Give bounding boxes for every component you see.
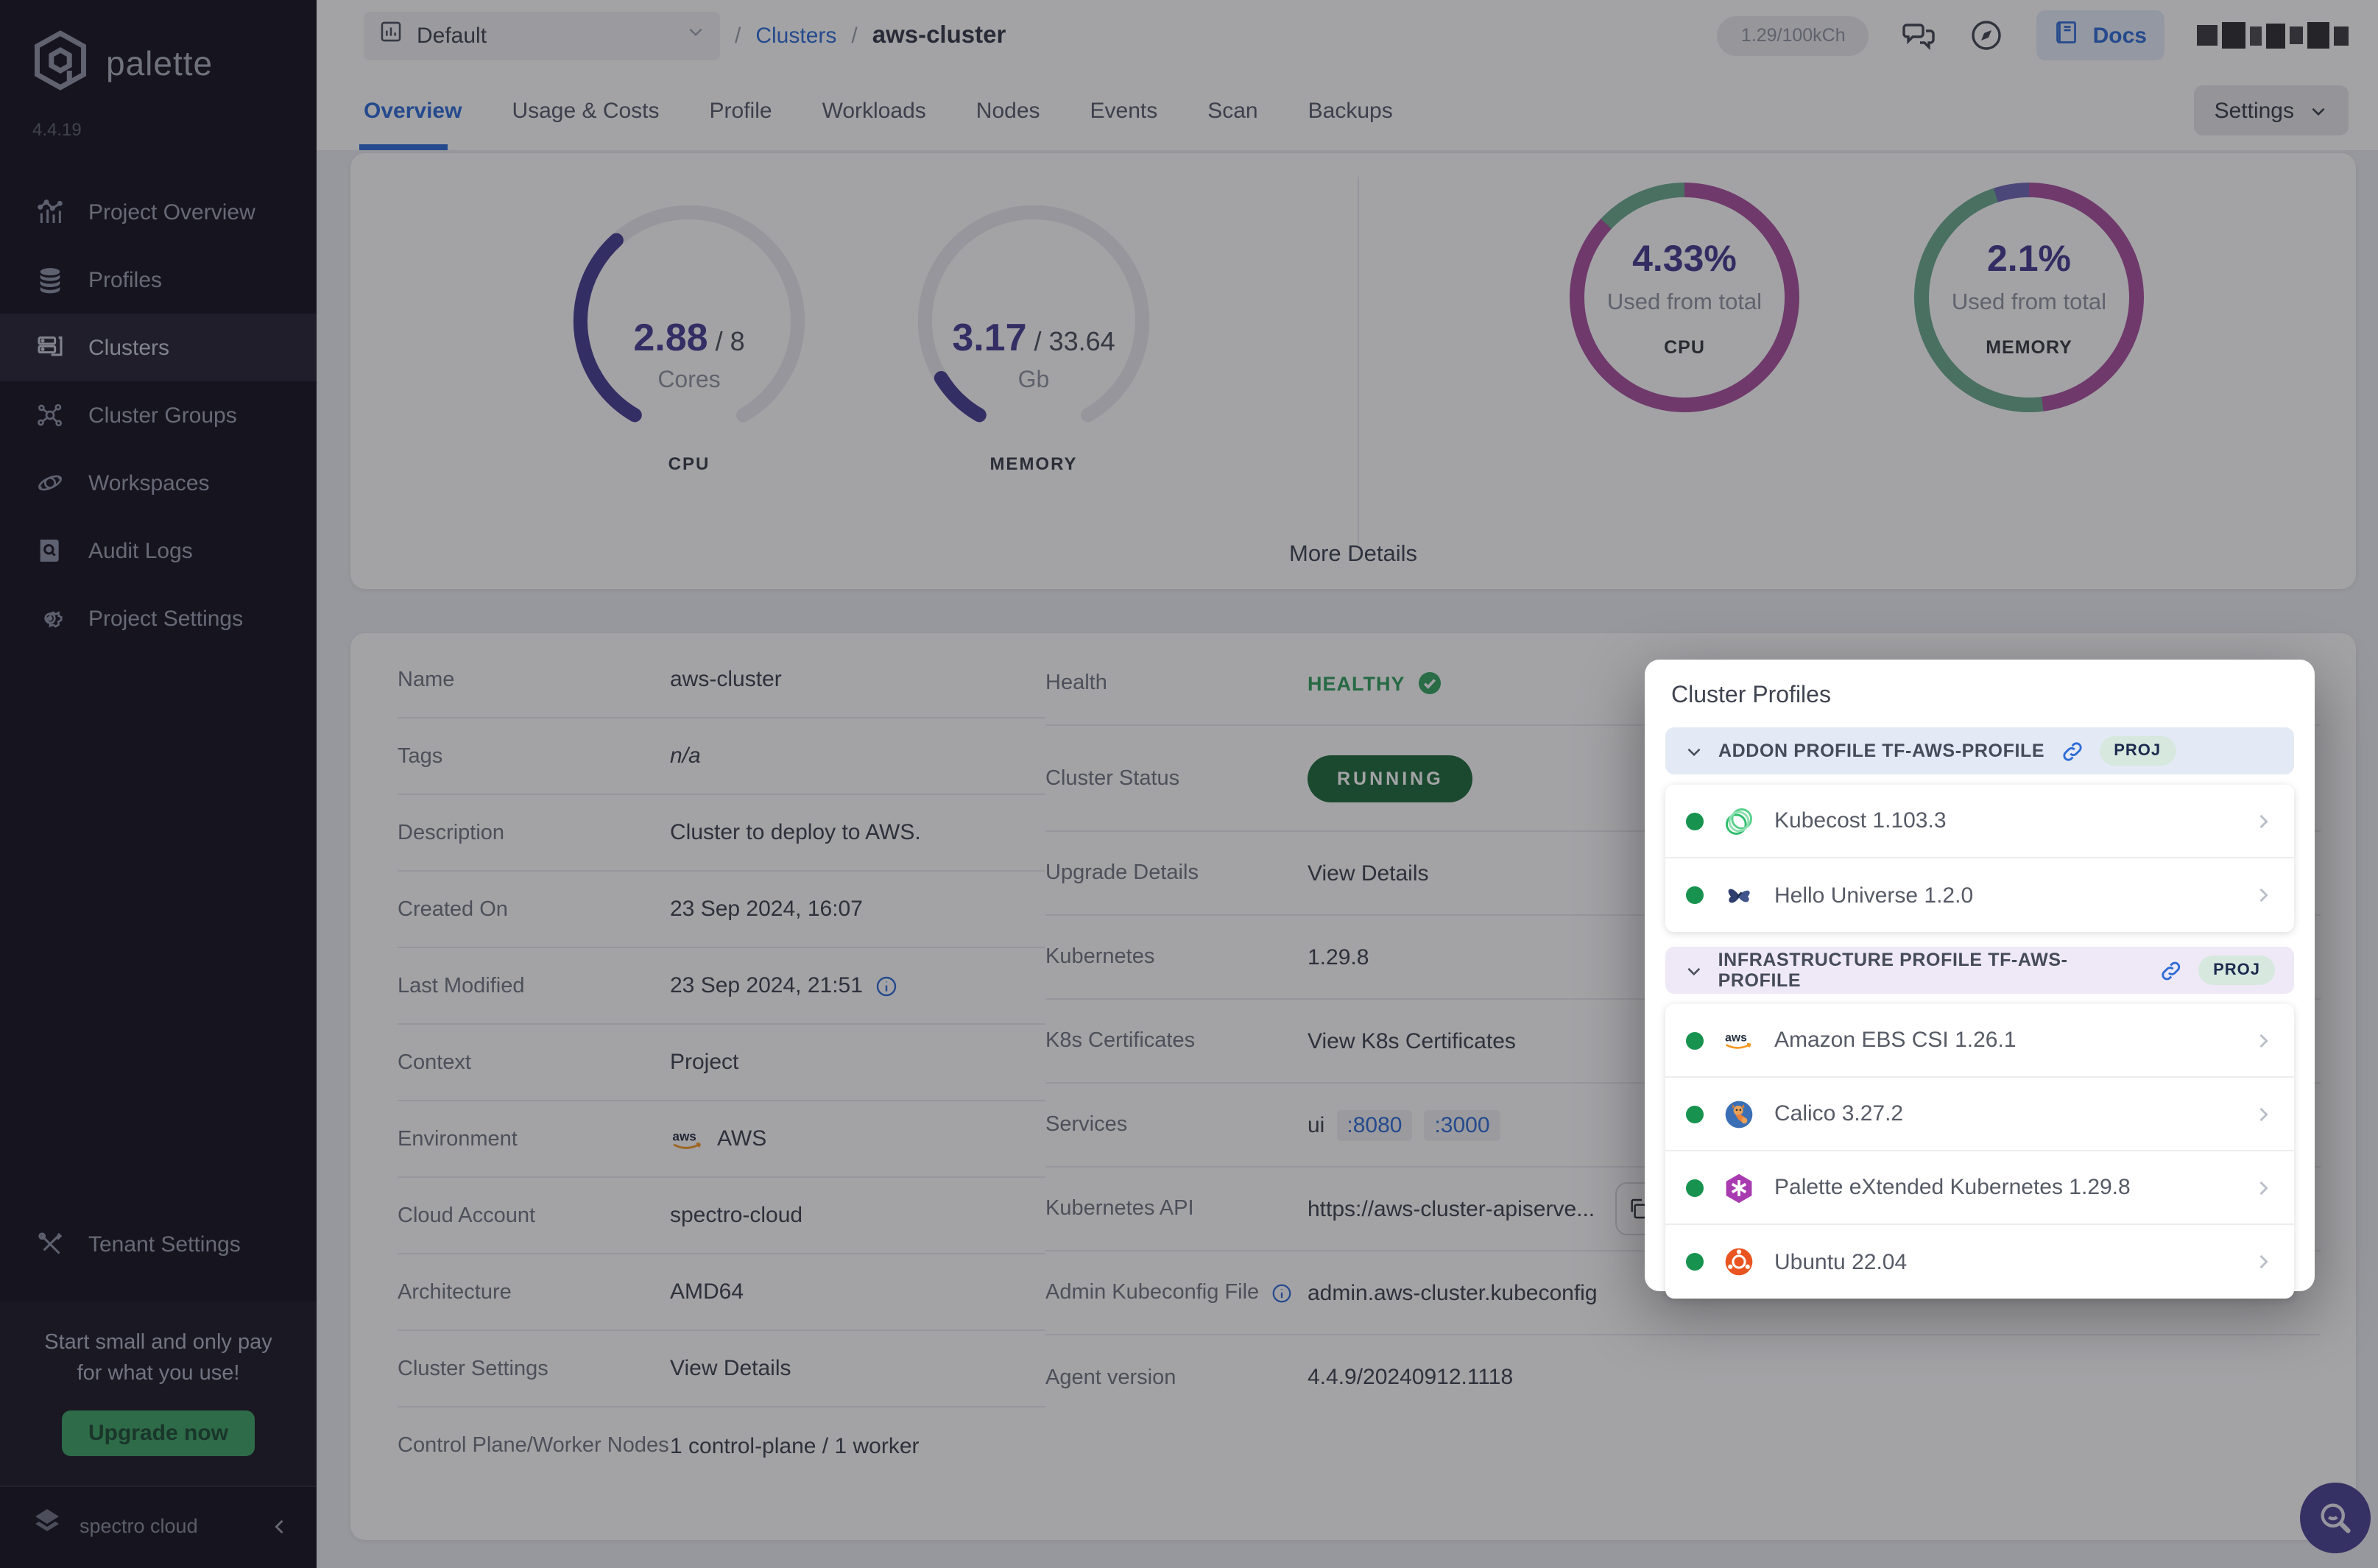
pack-row-kubecost[interactable]: Kubecost 1.103.3 xyxy=(1665,785,2294,858)
ubuntu-logo-icon xyxy=(1723,1246,1755,1278)
svg-text:aws: aws xyxy=(1725,1032,1747,1045)
palette-xk-logo-icon xyxy=(1723,1171,1755,1204)
addon-profile-items: Kubecost 1.103.3 Hello Universe 1.2.0 xyxy=(1665,785,2294,932)
infrastructure-profile-header[interactable]: INFRASTRUCTURE PROFILE TF-AWS-PROFILE PR… xyxy=(1665,947,2294,994)
chevron-right-icon xyxy=(2253,1251,2273,1272)
pack-status-dot xyxy=(1686,1253,1704,1271)
pack-status-dot xyxy=(1686,886,1704,904)
pack-row-amazon-ebs-csi[interactable]: aws Amazon EBS CSI 1.26.1 xyxy=(1665,1004,2294,1078)
link-icon[interactable] xyxy=(2059,738,2084,763)
pack-row-calico[interactable]: Calico 3.27.2 xyxy=(1665,1078,2294,1151)
popup-title: Cluster Profiles xyxy=(1671,683,2294,710)
pack-status-dot xyxy=(1686,1105,1704,1123)
addon-profile-header[interactable]: ADDON PROFILE TF-AWS-PROFILE PROJ xyxy=(1665,727,2294,774)
chevron-right-icon xyxy=(2253,885,2273,905)
pack-status-dot xyxy=(1686,1179,1704,1196)
chevron-right-icon xyxy=(2253,1177,2273,1198)
kubecost-logo-icon xyxy=(1723,805,1755,837)
cluster-profiles-popup: Cluster Profiles ADDON PROFILE TF-AWS-PR… xyxy=(1645,660,2315,1291)
aws-logo-icon: aws xyxy=(1723,1024,1755,1056)
pack-status-dot xyxy=(1686,812,1704,830)
link-icon[interactable] xyxy=(2159,958,2184,983)
infrastructure-profile-items: aws Amazon EBS CSI 1.26.1 Calico 3.27.2 … xyxy=(1665,1004,2294,1299)
proj-scope-badge: PROJ xyxy=(2198,956,2275,985)
pack-row-ubuntu[interactable]: Ubuntu 22.04 xyxy=(1665,1225,2294,1299)
pack-row-palette-extended-kubernetes[interactable]: Palette eXtended Kubernetes 1.29.8 xyxy=(1665,1151,2294,1225)
chevron-right-icon xyxy=(2253,1030,2273,1050)
proj-scope-badge: PROJ xyxy=(2099,736,2176,766)
chevron-right-icon xyxy=(2253,1103,2273,1124)
chevron-down-icon xyxy=(1684,961,1704,980)
screen: palette 4.4.19 Project Overview Profiles… xyxy=(0,0,2378,1568)
chevron-right-icon xyxy=(2253,811,2273,831)
pack-row-hello-universe[interactable]: Hello Universe 1.2.0 xyxy=(1665,858,2294,932)
calico-logo-icon xyxy=(1723,1098,1755,1130)
chevron-down-icon xyxy=(1684,741,1704,760)
hello-universe-logo-icon xyxy=(1723,879,1755,911)
pack-status-dot xyxy=(1686,1031,1704,1049)
